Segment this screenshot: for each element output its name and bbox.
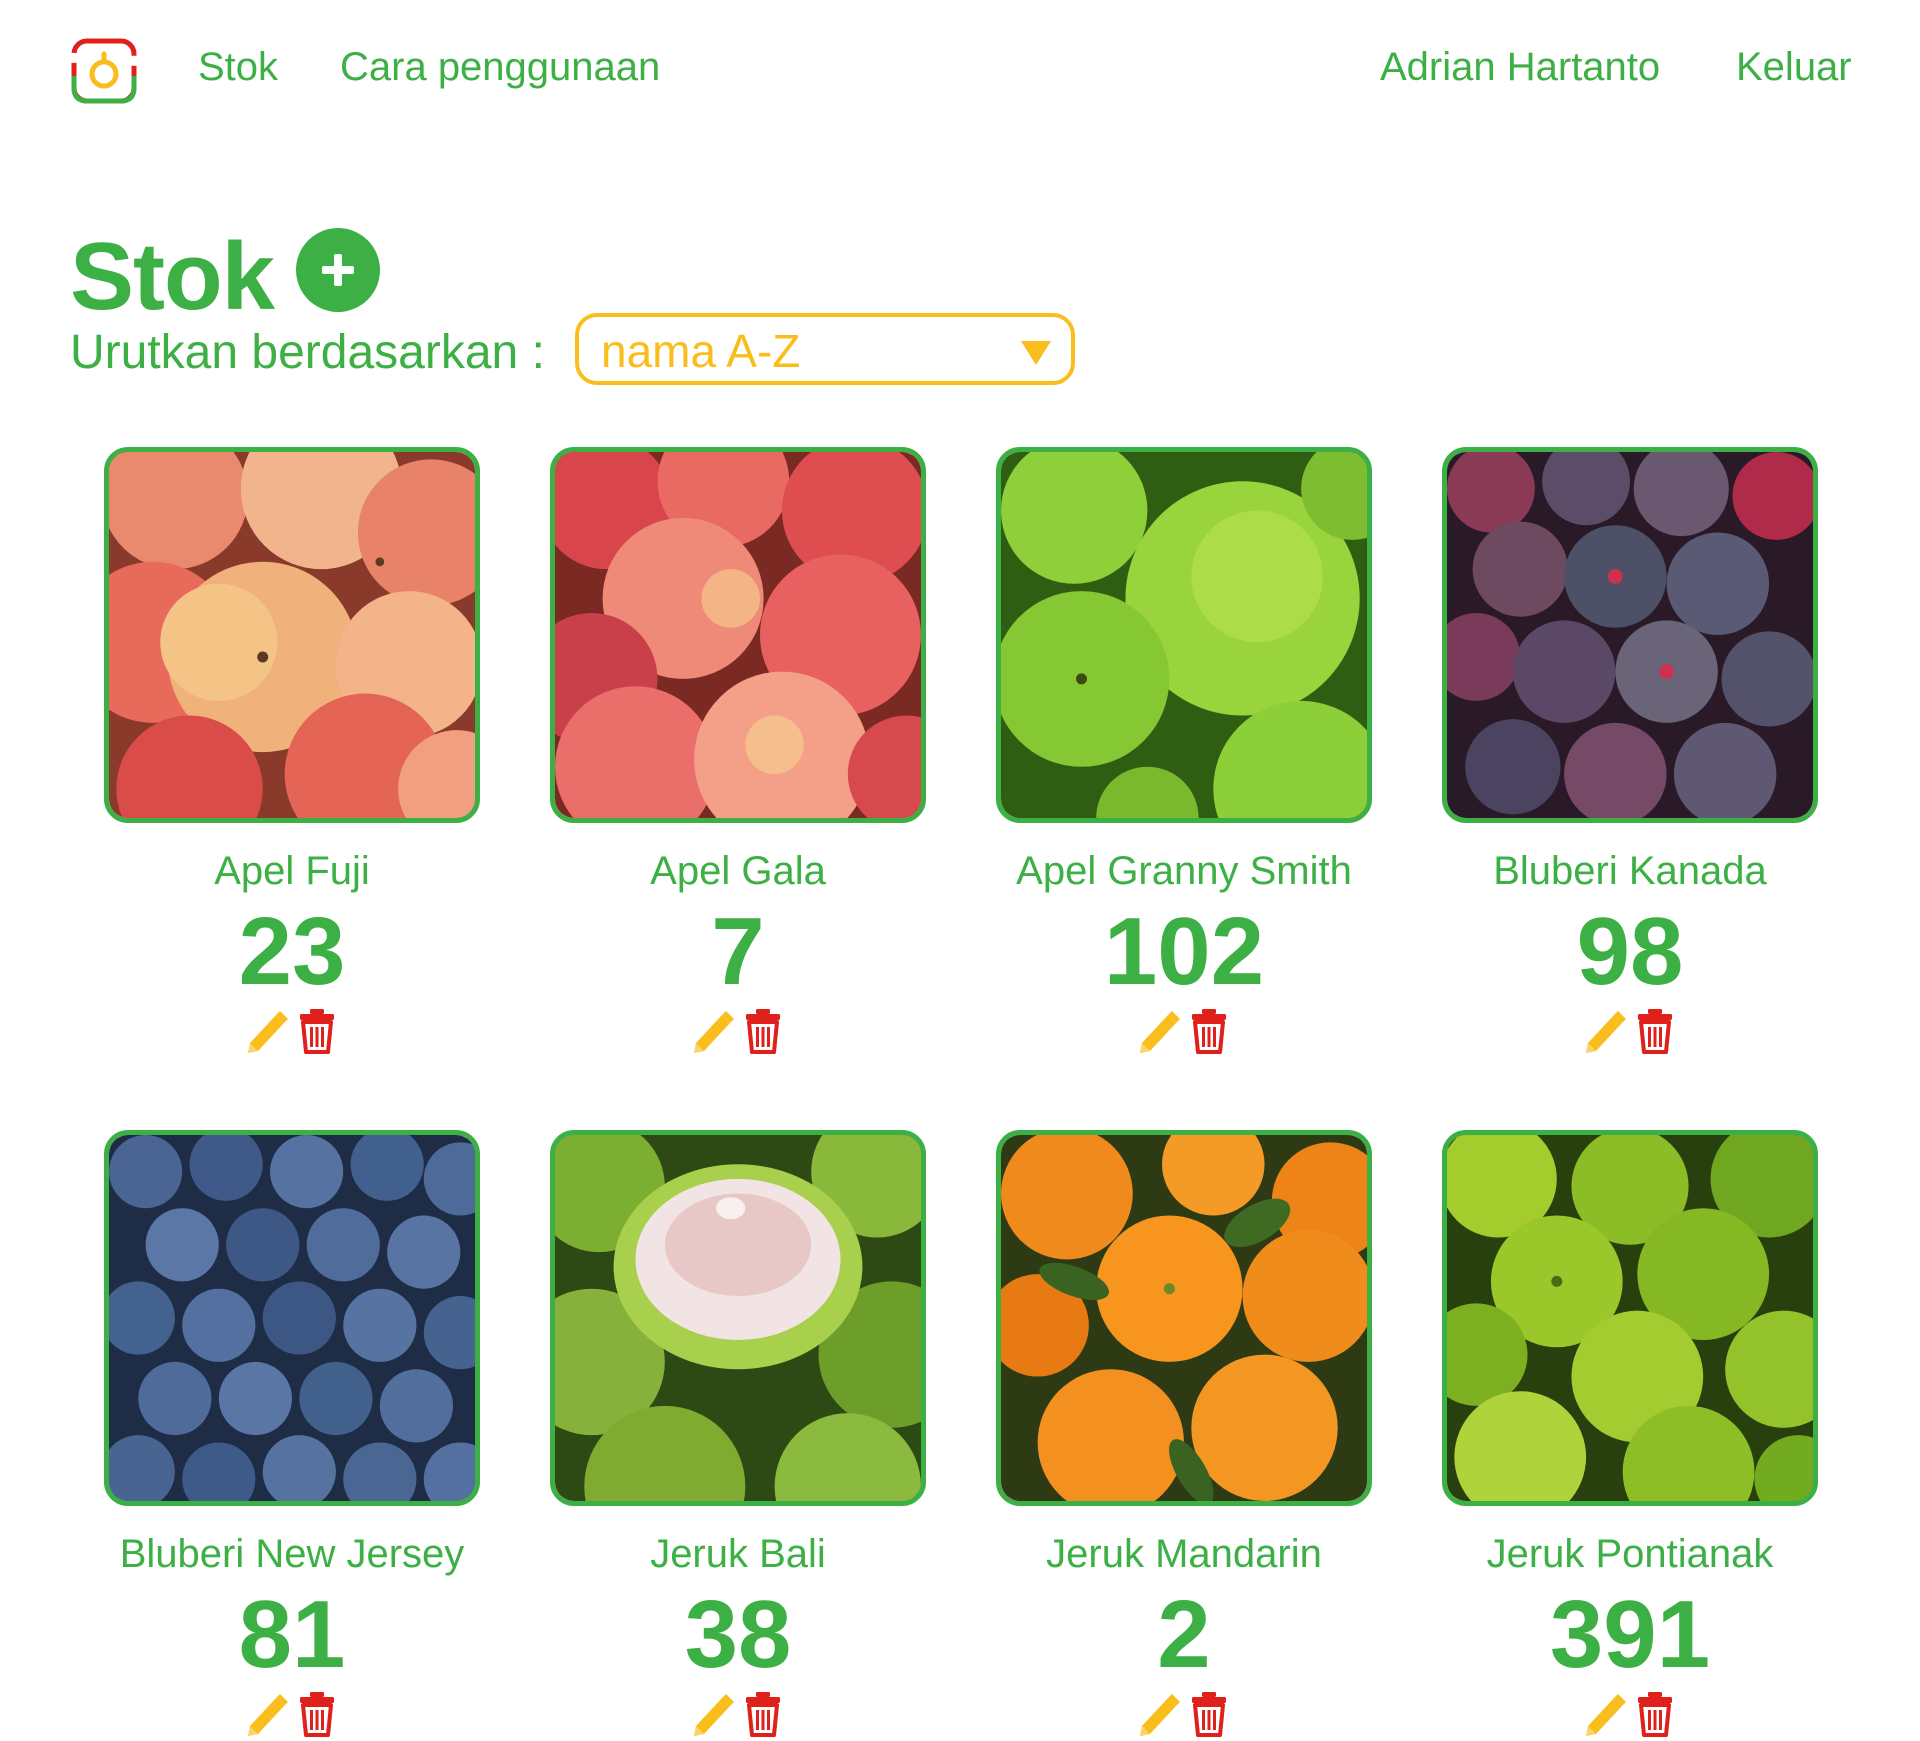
edit-button[interactable] [1580, 1690, 1626, 1738]
pencil-icon [1140, 1694, 1180, 1736]
delete-button[interactable] [740, 1690, 786, 1738]
edit-button[interactable] [1134, 1690, 1180, 1738]
delete-button[interactable] [294, 1007, 340, 1055]
trash-icon [300, 1009, 334, 1054]
pencil-icon [1586, 1694, 1626, 1736]
trash-icon [1192, 1009, 1226, 1054]
item-name: Jeruk Pontianak [1486, 1532, 1774, 1576]
item-actions [688, 1690, 788, 1740]
item-actions [242, 1690, 342, 1740]
delete-button[interactable] [740, 1007, 786, 1055]
edit-button[interactable] [242, 1007, 288, 1055]
trash-icon [746, 1009, 780, 1054]
item-quantity: 102 [1103, 898, 1265, 1005]
fuji-apples-photo[interactable] [104, 447, 480, 823]
item-actions [688, 1007, 788, 1057]
edit-button[interactable] [688, 1007, 734, 1055]
item-actions [1580, 1690, 1680, 1740]
item-quantity: 23 [238, 898, 346, 1005]
granny-smith-apples-photo[interactable] [996, 447, 1372, 823]
delete-button[interactable] [1632, 1690, 1678, 1738]
pencil-icon [248, 1011, 288, 1053]
edit-button[interactable] [1580, 1007, 1626, 1055]
item-quantity: 38 [684, 1581, 792, 1688]
delete-button[interactable] [1632, 1007, 1678, 1055]
trash-icon [1192, 1692, 1226, 1737]
stock-grid: Apel Fuji 23 Apel Gala 7 Apel Granny Smi… [0, 0, 1920, 1737]
edit-button[interactable] [688, 1690, 734, 1738]
item-name: Jeruk Mandarin [1046, 1532, 1322, 1576]
item-quantity: 98 [1576, 898, 1684, 1005]
pontianak-oranges-photo[interactable] [1442, 1130, 1818, 1506]
item-quantity: 7 [711, 898, 765, 1005]
mandarin-oranges-photo[interactable] [996, 1130, 1372, 1506]
trash-icon [746, 1692, 780, 1737]
item-quantity: 391 [1549, 1581, 1711, 1688]
edit-button[interactable] [242, 1690, 288, 1738]
item-actions [1134, 1007, 1234, 1057]
delete-button[interactable] [1186, 1007, 1232, 1055]
item-name: Jeruk Bali [650, 1532, 826, 1576]
canada-blueberries-photo[interactable] [1442, 447, 1818, 823]
trash-icon [1638, 1692, 1672, 1737]
item-actions [1134, 1690, 1234, 1740]
pencil-icon [694, 1011, 734, 1053]
item-name: Bluberi New Jersey [119, 1532, 465, 1576]
item-actions [1580, 1007, 1680, 1057]
pencil-icon [1586, 1011, 1626, 1053]
item-quantity: 81 [238, 1581, 346, 1688]
item-quantity: 2 [1157, 1581, 1211, 1688]
item-name: Apel Fuji [214, 849, 370, 893]
new-jersey-blueberries-photo[interactable] [104, 1130, 480, 1506]
gala-apples-photo[interactable] [550, 447, 926, 823]
item-name: Apel Gala [650, 849, 826, 893]
delete-button[interactable] [294, 1690, 340, 1738]
pencil-icon [1140, 1011, 1180, 1053]
item-name: Apel Granny Smith [1016, 849, 1352, 893]
trash-icon [1638, 1009, 1672, 1054]
item-name: Bluberi Kanada [1493, 849, 1767, 893]
pomelo-photo[interactable] [550, 1130, 926, 1506]
delete-button[interactable] [1186, 1690, 1232, 1738]
trash-icon [300, 1692, 334, 1737]
edit-button[interactable] [1134, 1007, 1180, 1055]
pencil-icon [694, 1694, 734, 1736]
pencil-icon [248, 1694, 288, 1736]
item-actions [242, 1007, 342, 1057]
